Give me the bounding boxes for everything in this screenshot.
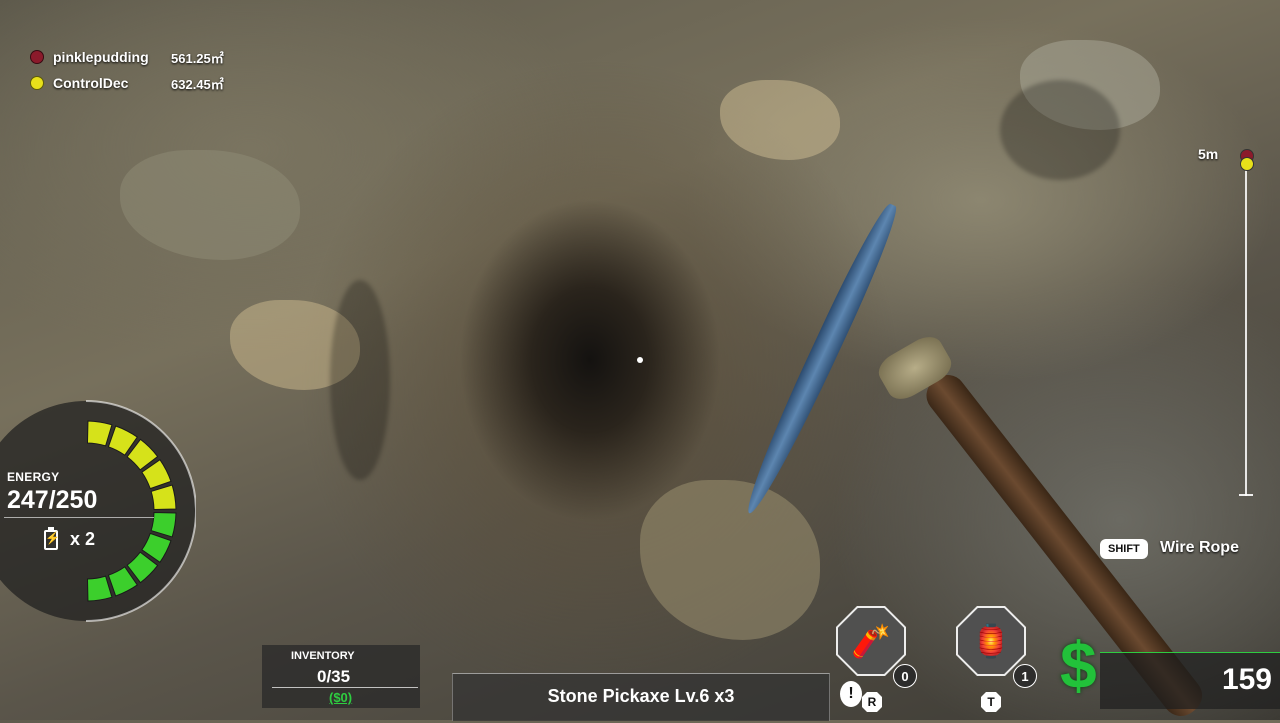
pickaxe-head — [737, 199, 905, 519]
hotkey-t: T — [981, 692, 1001, 712]
shift-key-badge: SHIFT — [1100, 539, 1148, 559]
inventory-money: ($0) — [329, 690, 353, 705]
rock-texture — [640, 480, 820, 640]
crack-shadow — [1000, 80, 1120, 180]
item-slot-dynamite[interactable]: 🧨 — [836, 606, 906, 676]
depth-marker-yellow — [1240, 157, 1254, 171]
dollar-icon: $ — [1060, 628, 1097, 702]
money-value: 159 — [1221, 663, 1272, 696]
player-color-dot — [30, 50, 44, 64]
rock-texture — [720, 80, 840, 160]
player-color-dot — [30, 76, 44, 90]
lantern-icon: 🏮 — [958, 608, 1024, 674]
crack-shadow — [330, 280, 390, 480]
money-panel: 159 — [1100, 652, 1280, 709]
battery-counter: x 2 — [44, 526, 96, 550]
item-count-dynamite: 0 — [893, 664, 917, 688]
player-list: pinklepudding 561.25㎡ ControlDec 632.45㎡ — [30, 44, 224, 96]
energy-divider — [4, 517, 154, 518]
energy-value: 247/250 — [7, 486, 98, 514]
battery-count: x 2 — [70, 529, 96, 549]
alert-icon: ! — [840, 681, 862, 707]
equipped-tool-bar: Stone Pickaxe Lv.6 x3 — [452, 673, 830, 721]
player-name: ControlDec — [53, 75, 129, 91]
shift-action-label: Wire Rope — [1160, 539, 1239, 556]
hotkey-r: R — [862, 692, 882, 712]
player-name: pinklepudding — [53, 49, 149, 65]
depth-track-base — [1239, 494, 1253, 496]
energy-label: ENERGY — [7, 470, 60, 484]
battery-icon — [44, 526, 60, 550]
rock-texture — [120, 150, 300, 260]
dynamite-icon: 🧨 — [838, 608, 904, 674]
player-row: ControlDec 632.45㎡ — [30, 70, 224, 96]
inventory-panel: INVENTORY 0/35 ($0) — [262, 645, 420, 708]
inventory-divider — [272, 687, 418, 688]
depth-track — [1245, 156, 1247, 496]
item-slot-lantern[interactable]: 🏮 — [956, 606, 1026, 676]
depth-label: 5m — [1198, 146, 1219, 162]
player-distance: 632.45㎡ — [171, 76, 224, 92]
crosshair — [637, 357, 643, 363]
inventory-label: INVENTORY — [291, 650, 355, 662]
inventory-count: 0/35 — [317, 667, 351, 686]
player-distance: 561.25㎡ — [171, 50, 224, 66]
equipped-tool-name: Stone Pickaxe Lv.6 x3 — [547, 686, 735, 706]
player-row: pinklepudding 561.25㎡ — [30, 44, 224, 70]
item-count-lantern: 1 — [1013, 664, 1037, 688]
